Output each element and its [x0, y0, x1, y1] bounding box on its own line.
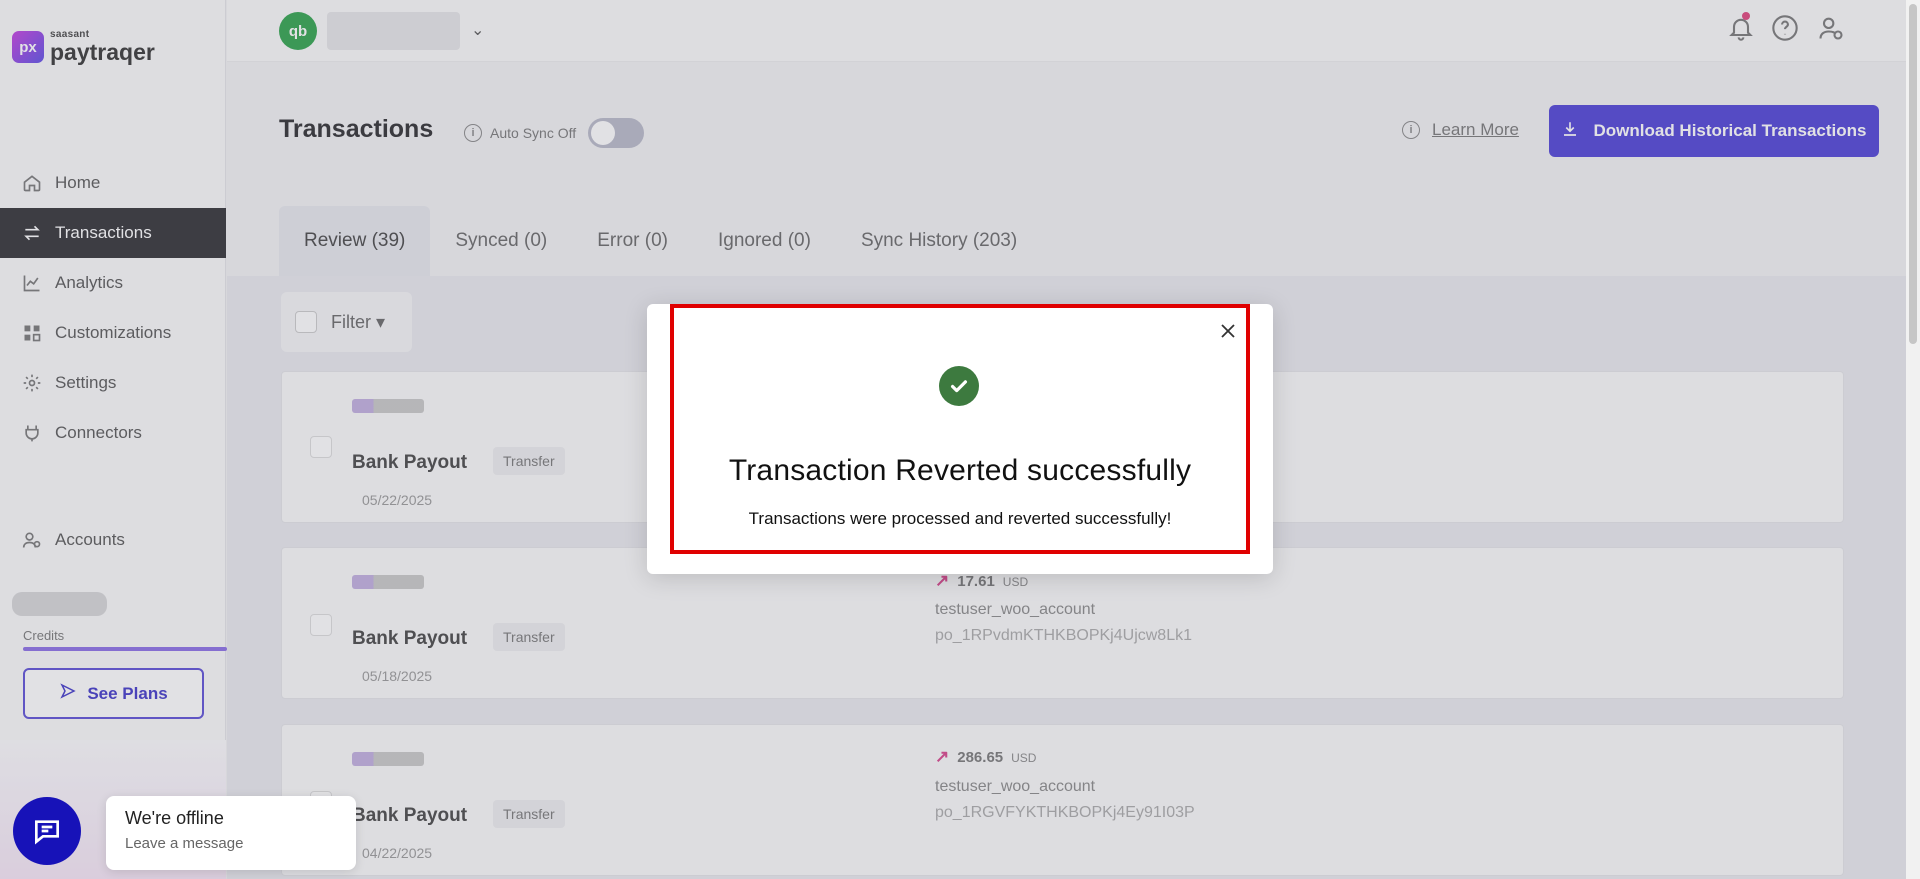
page-scrollbar[interactable]	[1906, 0, 1920, 879]
chat-status-subtitle: Leave a message	[125, 835, 244, 852]
modal-title: Transaction Reverted successfully	[728, 454, 1192, 487]
chat-status-bubble[interactable]: We're offline Leave a message	[106, 796, 356, 870]
success-modal: Transaction Reverted successfully Transa…	[647, 304, 1273, 574]
modal-message: Transactions were processed and reverted…	[748, 509, 1172, 528]
scrollbar-thumb[interactable]	[1909, 4, 1917, 344]
chat-status-title: We're offline	[125, 808, 224, 828]
close-icon[interactable]	[1216, 319, 1240, 343]
check-circle-icon	[939, 366, 979, 406]
chat-launcher-button[interactable]	[13, 797, 81, 865]
